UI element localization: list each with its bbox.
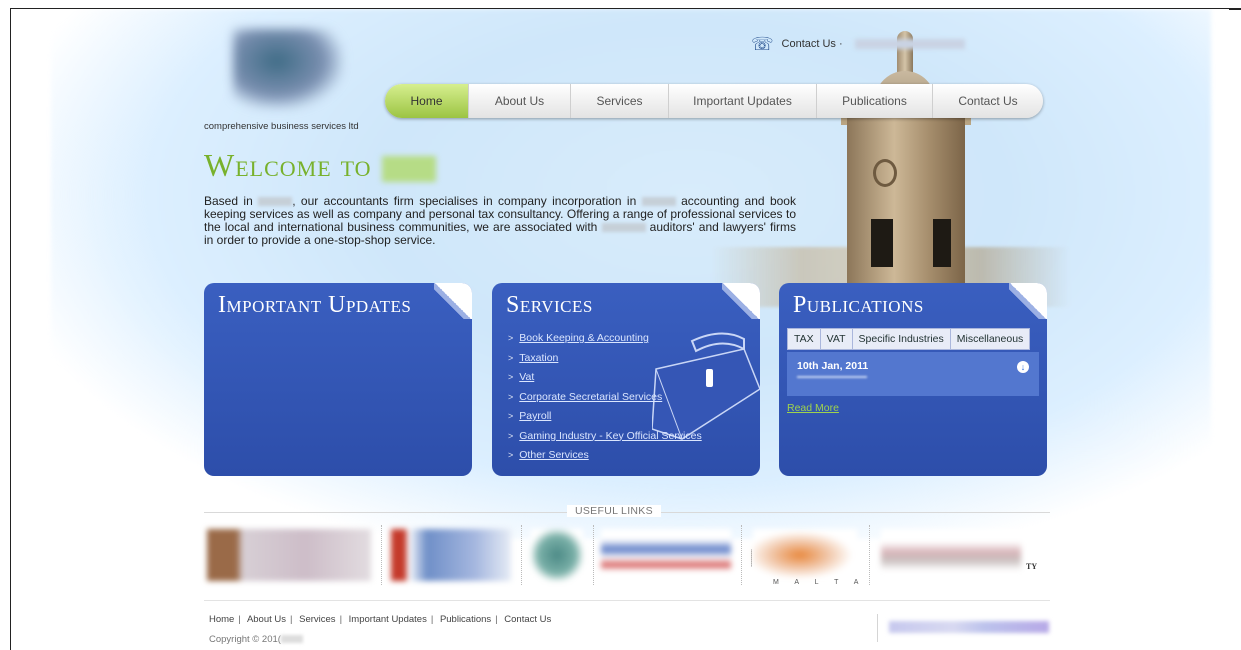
nav-about-us[interactable]: About Us	[469, 84, 571, 118]
copyright-label: Copyright © 201(	[209, 634, 281, 645]
useful-links-title: USEFUL LINKS	[567, 505, 661, 517]
contact-number-blurred	[854, 39, 965, 49]
list-item: > Book Keeping & Accounting	[508, 332, 649, 344]
designer-badge[interactable]	[889, 621, 1049, 633]
footer-link-home[interactable]: Home	[209, 614, 234, 625]
page-frame: comprehensive business services ltd ☏ Co…	[10, 8, 1241, 650]
service-link[interactable]: Other Services	[519, 449, 588, 461]
copyright-text: Copyright © 201(	[209, 634, 303, 645]
logo-divider	[741, 525, 742, 585]
company-name-blurred	[381, 155, 436, 182]
welcome-text: Welcome to	[204, 147, 372, 183]
blurred-text	[280, 635, 303, 644]
footer-divider-vertical	[877, 614, 878, 642]
footer-link-about-us[interactable]: About Us	[247, 614, 286, 625]
logo-tagline: comprehensive business services ltd	[204, 121, 359, 132]
footer-divider	[204, 600, 1050, 601]
service-link[interactable]: Payroll	[519, 410, 551, 422]
important-updates-panel: Important Updates	[204, 283, 472, 476]
publication-tabs: TAX VAT Specific Industries Miscellaneou…	[787, 328, 1031, 350]
partner-logo[interactable]	[881, 529, 1021, 581]
intro-paragraph: Based in , our accountants firm speciali…	[204, 195, 796, 247]
footer-link-important-updates[interactable]: Important Updates	[349, 614, 427, 625]
company-logo[interactable]	[233, 29, 343, 109]
header-contact: ☏ Contact Us ·	[751, 33, 965, 567]
download-icon[interactable]: ↓	[1017, 361, 1029, 373]
logo-divider	[869, 525, 870, 585]
footer-link-contact-us[interactable]: Contact Us	[504, 614, 551, 625]
list-item: > Vat	[508, 371, 535, 383]
partner-logo-text: TY	[1026, 562, 1038, 571]
contact-divider	[751, 549, 752, 567]
page-fold-icon	[1009, 283, 1047, 319]
logo-divider	[381, 525, 382, 585]
service-link[interactable]: Corporate Secretarial Services	[519, 391, 662, 403]
page-fold-icon	[434, 283, 472, 319]
partner-logo[interactable]	[753, 529, 857, 581]
important-updates-title[interactable]: Important Updates	[218, 292, 411, 319]
intro-part-1: Based in	[204, 194, 253, 208]
service-link[interactable]: Gaming Industry - Key Official Services	[519, 430, 701, 442]
tab-tax[interactable]: TAX	[788, 329, 821, 349]
services-title[interactable]: Services	[506, 292, 593, 319]
nav-important-updates[interactable]: Important Updates	[669, 84, 817, 118]
partner-logo[interactable]	[531, 529, 583, 581]
partner-logo[interactable]	[601, 529, 731, 581]
list-item: > Other Services	[508, 449, 589, 461]
publications-title[interactable]: Publications	[793, 292, 924, 319]
publication-date: 10th Jan, 2011	[797, 360, 869, 372]
main-nav: Home About Us Services Important Updates…	[385, 84, 1043, 118]
publication-title-blurred	[797, 376, 867, 378]
blurred-text	[258, 197, 293, 207]
nav-home[interactable]: Home	[385, 84, 469, 118]
list-item: > Gaming Industry - Key Official Services	[508, 429, 702, 442]
publication-item[interactable]: 10th Jan, 2011 ↓	[787, 352, 1039, 396]
footer-links: Home | About Us | Services | Important Upda…	[209, 614, 552, 625]
tab-specific-industries[interactable]: Specific Industries	[852, 329, 951, 349]
logo-divider	[593, 525, 594, 585]
list-item: > Taxation	[508, 351, 559, 364]
nav-contact-us[interactable]: Contact Us	[933, 84, 1043, 118]
malta-text: M A L T A	[773, 579, 866, 586]
nav-publications[interactable]: Publications	[817, 84, 933, 118]
list-item: > Payroll	[508, 410, 552, 422]
blurred-text	[641, 197, 676, 207]
publications-panel: Publications TAX VAT Specific Industries…	[779, 283, 1047, 476]
footer-link-services[interactable]: Services	[299, 614, 335, 625]
welcome-heading: Welcome to	[204, 147, 436, 184]
blurred-text	[601, 223, 646, 233]
partner-logo[interactable]	[391, 529, 511, 581]
services-panel: Services > Book Keeping & Accounting > Tax…	[492, 283, 760, 476]
list-item: > Corporate Secretarial Services	[508, 390, 663, 403]
footer-link-publications[interactable]: Publications	[440, 614, 491, 625]
tab-vat[interactable]: VAT	[820, 329, 853, 349]
page-fold-icon	[722, 283, 760, 319]
tab-miscellaneous[interactable]: Miscellaneous	[950, 329, 1030, 349]
services-list: > Book Keeping & Accounting > Taxation > Va…	[508, 329, 702, 466]
partner-logo[interactable]	[207, 529, 371, 581]
logo-divider	[521, 525, 522, 585]
contact-label: Contact Us ·	[781, 38, 843, 50]
nav-services[interactable]: Services	[571, 84, 669, 118]
service-link[interactable]: Vat	[519, 371, 534, 383]
service-link[interactable]: Taxation	[519, 352, 558, 364]
phone-icon: ☏	[751, 33, 774, 55]
read-more-link[interactable]: Read More	[787, 402, 839, 414]
intro-part-2: , our accountants firm specialises in co…	[292, 194, 637, 208]
service-link[interactable]: Book Keeping & Accounting	[519, 332, 649, 344]
